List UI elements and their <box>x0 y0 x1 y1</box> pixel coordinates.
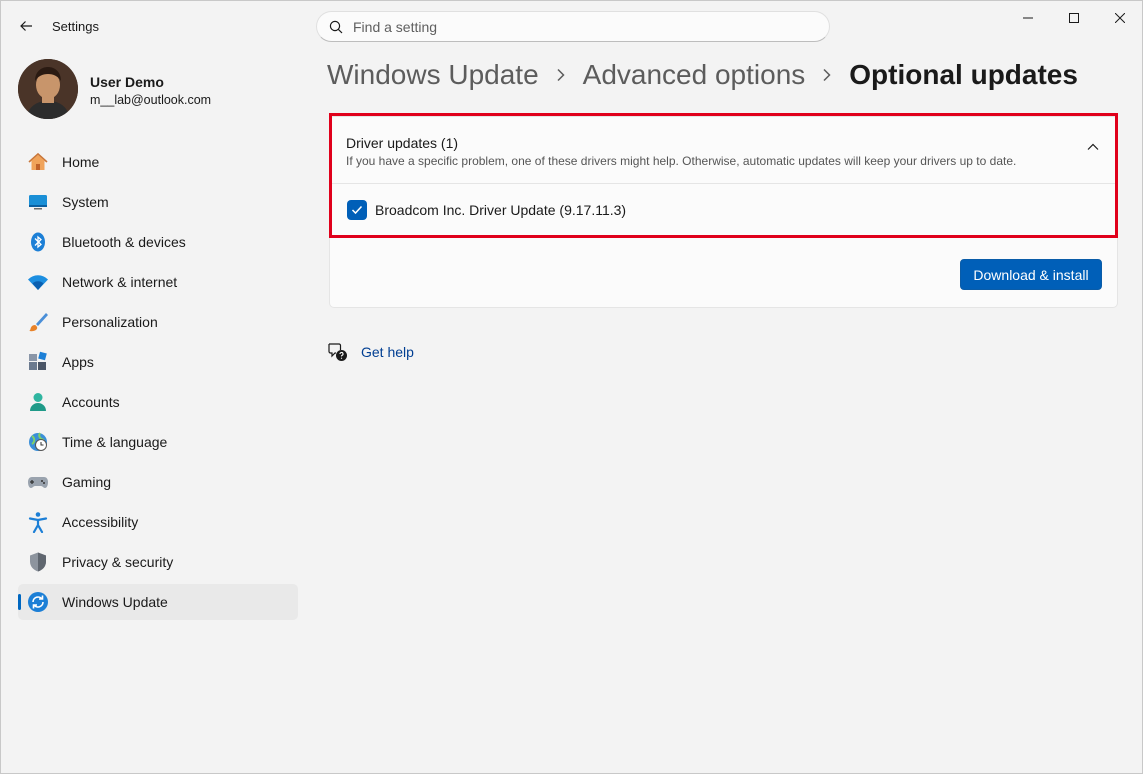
avatar[interactable] <box>18 59 78 119</box>
sidebar-item-label: Privacy & security <box>62 554 174 570</box>
user-email: m__lab@outlook.com <box>90 93 212 107</box>
sidebar-item-apps[interactable]: Apps <box>18 344 298 380</box>
maximize-icon <box>1069 13 1079 23</box>
breadcrumb: Windows Update Advanced options Optional… <box>327 59 1078 91</box>
sidebar-item-windows-update[interactable]: Windows Update <box>18 584 298 620</box>
sidebar-item-label: Accounts <box>62 394 120 410</box>
app-title: Settings <box>52 19 99 34</box>
get-help-link[interactable]: Get help <box>327 341 414 363</box>
sidebar-item-label: Accessibility <box>62 514 139 530</box>
sidebar-item-label: Home <box>62 154 100 170</box>
back-arrow-icon <box>20 21 32 31</box>
bluetooth-icon <box>27 231 49 253</box>
chevron-up-icon <box>1087 143 1099 150</box>
download-install-button[interactable]: Download & install <box>960 259 1102 290</box>
sidebar-item-gaming[interactable]: Gaming <box>18 464 298 500</box>
gamepad-icon <box>27 471 49 493</box>
search-input[interactable] <box>353 18 793 35</box>
sidebar-item-label: Apps <box>62 354 94 370</box>
sidebar-item-label: Windows Update <box>62 594 168 610</box>
breadcrumb-advanced-options[interactable]: Advanced options <box>583 59 806 91</box>
search-box[interactable] <box>316 11 830 42</box>
brush-icon <box>27 311 49 333</box>
maximize-button[interactable] <box>1051 1 1097 35</box>
search-icon <box>329 20 343 33</box>
settings-window: Settings Find a setting User Demo m__lab… <box>0 0 1143 774</box>
accessibility-icon <box>27 511 49 533</box>
system-icon <box>27 191 49 213</box>
sidebar-item-label: Time & language <box>62 434 168 450</box>
sidebar-item-bluetooth[interactable]: Bluetooth & devices <box>18 224 298 260</box>
checkmark-icon <box>351 205 363 215</box>
accounts-icon <box>27 391 49 413</box>
home-icon <box>27 151 49 173</box>
sidebar-item-accessibility[interactable]: Accessibility <box>18 504 298 540</box>
sidebar-item-label: Network & internet <box>62 274 178 290</box>
driver-update-checkbox[interactable] <box>347 200 367 220</box>
chevron-right-icon <box>805 68 849 82</box>
title-bar: Settings <box>1 1 1142 49</box>
sidebar-item-label: Personalization <box>62 314 158 330</box>
windows-update-icon <box>27 591 49 613</box>
sidebar-item-network[interactable]: Network & internet <box>18 264 298 300</box>
driver-updates-description: If you have a specific problem, one of t… <box>346 154 1017 168</box>
sidebar-item-system[interactable]: System <box>18 184 298 220</box>
chevron-right-icon <box>539 68 583 82</box>
sidebar-item-privacy-security[interactable]: Privacy & security <box>18 544 298 580</box>
driver-updates-title: Driver updates (1) <box>346 135 459 151</box>
sidebar-item-home[interactable]: Home <box>18 144 298 180</box>
sidebar-item-label: Bluetooth & devices <box>62 234 186 250</box>
wifi-icon <box>27 271 49 293</box>
help-icon <box>328 343 347 361</box>
close-button[interactable] <box>1097 1 1143 35</box>
sidebar-item-personalization[interactable]: Personalization <box>18 304 298 340</box>
minimize-button[interactable] <box>1005 1 1051 35</box>
minimize-icon <box>1023 17 1033 19</box>
user-avatar-icon <box>18 59 78 119</box>
driver-updates-expander[interactable]: Driver updates (1) If you have a specifi… <box>330 117 1117 184</box>
sidebar-item-label: Gaming <box>62 474 112 490</box>
driver-update-item: Broadcom Inc. Driver Update (9.17.11.3) <box>330 184 1117 236</box>
back-button[interactable] <box>11 11 41 41</box>
time-language-icon <box>27 431 49 453</box>
close-icon <box>1115 13 1125 23</box>
sidebar-item-label: System <box>62 194 109 210</box>
apps-icon <box>27 351 49 373</box>
shield-icon <box>27 551 49 573</box>
get-help-label: Get help <box>361 344 414 360</box>
user-name: User Demo <box>90 74 164 90</box>
sidebar-item-accounts[interactable]: Accounts <box>18 384 298 420</box>
sidebar-item-time-language[interactable]: Time & language <box>18 424 298 460</box>
breadcrumb-windows-update[interactable]: Windows Update <box>327 59 539 91</box>
page-title: Optional updates <box>849 59 1078 90</box>
sidebar-nav: Home System Bluetooth & devices Network … <box>18 144 298 624</box>
driver-update-label: Broadcom Inc. Driver Update (9.17.11.3) <box>375 202 627 218</box>
